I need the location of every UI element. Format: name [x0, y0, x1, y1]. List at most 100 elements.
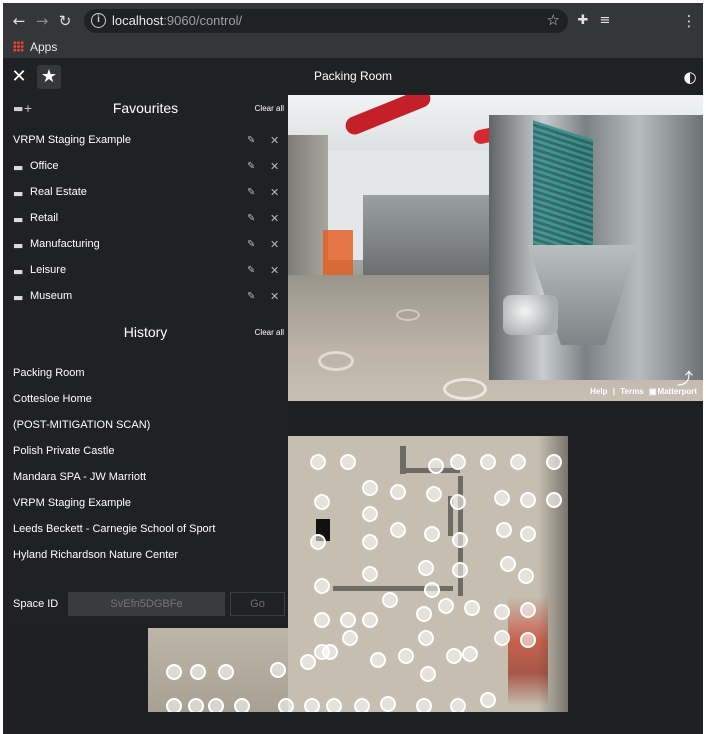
- sweep-marker[interactable]: [500, 556, 516, 572]
- sweep-marker[interactable]: [450, 454, 466, 470]
- favourite-item[interactable]: ▬ Retail ✎ ✕: [3, 208, 288, 232]
- nav-hotspot[interactable]: [396, 309, 420, 321]
- remove-icon[interactable]: ✕: [270, 290, 279, 303]
- sweep-marker[interactable]: [362, 612, 378, 628]
- sweep-marker[interactable]: [208, 698, 224, 712]
- sweep-marker[interactable]: [416, 698, 432, 712]
- edit-pencil-icon[interactable]: ✎: [247, 135, 255, 146]
- sweep-marker[interactable]: [218, 664, 234, 680]
- sweep-marker[interactable]: [450, 494, 466, 510]
- favourite-item[interactable]: ▬ Real Estate ✎ ✕: [3, 182, 288, 206]
- sweep-marker[interactable]: [188, 698, 204, 712]
- remove-icon[interactable]: ✕: [270, 238, 279, 251]
- sweep-marker[interactable]: [520, 602, 536, 618]
- sweep-marker[interactable]: [326, 698, 342, 712]
- sweep-marker[interactable]: [310, 454, 326, 470]
- history-item[interactable]: (POST-MITIGATION SCAN): [13, 419, 150, 441]
- sweep-marker[interactable]: [382, 592, 398, 608]
- sweep-marker[interactable]: [362, 480, 378, 496]
- sweep-marker[interactable]: [270, 662, 286, 678]
- address-url[interactable]: localhost:9060/control/: [112, 13, 242, 29]
- remove-icon[interactable]: ✕: [270, 264, 279, 277]
- favourite-item[interactable]: VRPM Staging Example ✎ ✕: [3, 130, 288, 154]
- sweep-marker[interactable]: [234, 698, 250, 712]
- bookmark-star-icon[interactable]: ☆: [547, 11, 560, 29]
- sweep-marker[interactable]: [520, 492, 536, 508]
- favourite-item[interactable]: ▬ Office ✎ ✕: [3, 156, 288, 180]
- sweep-marker[interactable]: [424, 582, 440, 598]
- sweep-marker[interactable]: [494, 630, 510, 646]
- edit-pencil-icon[interactable]: ✎: [247, 291, 255, 302]
- go-button[interactable]: Go: [230, 592, 285, 616]
- sweep-marker[interactable]: [190, 664, 206, 680]
- edit-pencil-icon[interactable]: ✎: [247, 213, 255, 224]
- sweep-marker[interactable]: [426, 486, 442, 502]
- nav-hotspot[interactable]: [318, 351, 354, 371]
- sweep-marker[interactable]: [398, 648, 414, 664]
- remove-icon[interactable]: ✕: [270, 134, 279, 147]
- sweep-marker[interactable]: [546, 454, 562, 470]
- sweep-marker[interactable]: [340, 454, 356, 470]
- address-bar[interactable]: i localhost:9060/control/ ☆: [84, 9, 568, 33]
- history-item[interactable]: Packing Room: [13, 367, 85, 389]
- sweep-marker[interactable]: [340, 612, 356, 628]
- sweep-marker[interactable]: [304, 698, 320, 712]
- sweep-marker[interactable]: [370, 652, 386, 668]
- sweep-marker[interactable]: [310, 534, 326, 550]
- sweep-marker[interactable]: [322, 644, 338, 660]
- history-item[interactable]: Polish Private Castle: [13, 445, 115, 467]
- sweep-marker[interactable]: [494, 490, 510, 506]
- sweep-marker[interactable]: [480, 692, 496, 708]
- sweep-marker[interactable]: [166, 664, 182, 680]
- sweep-marker[interactable]: [494, 604, 510, 620]
- sweep-marker[interactable]: [354, 698, 370, 712]
- nav-hotspot[interactable]: [443, 378, 487, 400]
- sweep-marker[interactable]: [278, 698, 294, 712]
- puzzle-extensions-icon[interactable]: ✚: [573, 11, 593, 31]
- info-icon[interactable]: i: [91, 13, 106, 28]
- sweep-marker[interactable]: [480, 454, 496, 470]
- sweep-marker[interactable]: [342, 630, 358, 646]
- sweep-marker[interactable]: [362, 506, 378, 522]
- tag-icon[interactable]: ◐: [678, 65, 702, 89]
- sweep-marker[interactable]: [418, 560, 434, 576]
- history-item[interactable]: Hyland Richardson Nature Center: [13, 549, 178, 571]
- edit-pencil-icon[interactable]: ✎: [247, 265, 255, 276]
- favourite-item[interactable]: ▬ Leisure ✎ ✕: [3, 260, 288, 284]
- sweep-marker[interactable]: [496, 522, 512, 538]
- sweep-marker[interactable]: [464, 600, 480, 616]
- sweep-marker[interactable]: [438, 598, 454, 614]
- close-icon[interactable]: ✕: [7, 65, 31, 89]
- sweep-marker[interactable]: [314, 494, 330, 510]
- sweep-marker[interactable]: [546, 492, 562, 508]
- history-item[interactable]: Leeds Beckett - Carnegie School of Sport: [13, 523, 215, 545]
- share-icon[interactable]: ⤴: [675, 369, 695, 389]
- sweep-marker[interactable]: [380, 696, 396, 712]
- favourites-clear-all[interactable]: Clear all: [255, 104, 284, 113]
- history-item[interactable]: Cottesloe Home: [13, 393, 92, 415]
- history-item[interactable]: VRPM Staging Example: [13, 497, 131, 519]
- remove-icon[interactable]: ✕: [270, 186, 279, 199]
- sweep-marker[interactable]: [518, 568, 534, 584]
- help-link[interactable]: Help: [590, 387, 607, 396]
- sweep-marker[interactable]: [428, 458, 444, 474]
- forward-arrow-icon[interactable]: →: [32, 11, 52, 31]
- sweep-marker[interactable]: [416, 606, 432, 622]
- sweep-marker[interactable]: [362, 566, 378, 582]
- star-favourite-icon[interactable]: ★: [37, 65, 61, 89]
- remove-icon[interactable]: ✕: [270, 212, 279, 225]
- sweep-marker[interactable]: [166, 698, 182, 712]
- sweep-marker[interactable]: [452, 532, 468, 548]
- edit-pencil-icon[interactable]: ✎: [247, 239, 255, 250]
- sweep-marker[interactable]: [510, 454, 526, 470]
- space-id-input[interactable]: [68, 592, 225, 616]
- history-item[interactable]: Mandara SPA - JW Marriott: [13, 471, 146, 493]
- reload-icon[interactable]: ↻: [55, 11, 75, 31]
- sweep-marker[interactable]: [452, 562, 468, 578]
- sweep-marker[interactable]: [390, 522, 406, 538]
- kebab-menu-icon[interactable]: ⋮: [679, 11, 699, 31]
- sweep-marker[interactable]: [450, 698, 466, 712]
- favourite-item[interactable]: ▬ Museum ✎ ✕: [3, 286, 288, 310]
- terms-link[interactable]: Terms: [620, 387, 643, 396]
- edit-pencil-icon[interactable]: ✎: [247, 187, 255, 198]
